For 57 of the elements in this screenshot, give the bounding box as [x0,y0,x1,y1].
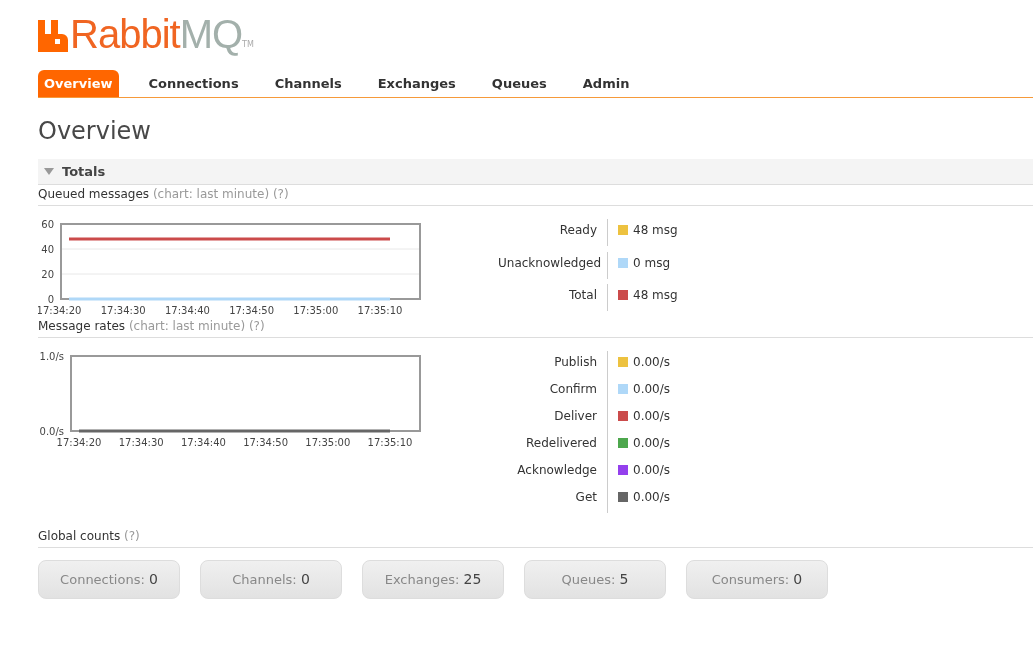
legend-value: 0.00/s [633,354,670,371]
legend-value: 0 msg [633,254,670,272]
section-title: Message rates [38,319,126,333]
axis-tick-label: 17:34:50 [243,437,289,448]
chart-note: (chart: last minute) [152,187,270,201]
legend-label: Acknowledge [517,463,597,477]
logo-icon [38,20,68,52]
axis-tick-label: 0 [47,294,54,305]
axis-tick-label: 17:34:20 [38,305,82,316]
nav-tab[interactable]: Channels [274,70,342,97]
legend-label: Get [575,490,597,504]
axis-tick-label: 17:34:30 [100,305,146,316]
legend-value: 0.00/s [633,381,670,398]
axis-tick-label: 0.0/s [39,426,64,437]
axis-tick-label: 60 [41,219,54,230]
axis-tick-label: 20 [41,269,54,280]
logo-text: Rabbit [70,16,180,52]
legend-label: Redelivered [526,436,597,450]
section-title: Global counts [38,529,121,543]
legend-label: Confirm [549,382,597,396]
axis-tick-label: 17:35:10 [367,437,413,448]
nav-tab[interactable]: Admin [582,70,630,97]
nav-tab[interactable]: Connections [148,70,239,97]
axis-tick-label: 17:35:00 [293,305,339,316]
axis-tick-label: 17:34:40 [180,437,226,448]
legend-label: Ready [559,223,597,237]
legend-value: 0.00/s [633,489,670,506]
legend-label: Publish [554,355,597,369]
legend-label: Unacknowledged [498,255,601,270]
section-header[interactable]: Totals [38,159,1033,185]
nav-tab[interactable]: Exchanges [377,70,456,97]
legend-value: 48 msg [633,222,678,239]
axis-tick-label: 40 [41,244,54,255]
legend-label: Deliver [554,409,597,423]
nav-tab[interactable]: Queues [491,70,547,97]
axis-tick-label: 17:34:30 [118,437,164,448]
axis-tick-label: 17:34:20 [56,437,102,448]
section-title: Queued messages [38,187,150,201]
page-title: Overview [38,116,152,146]
axis-tick-label: 1.0/s [39,351,64,362]
count-button[interactable]: Connections: 0 [38,560,180,599]
legend-value: 0.00/s [633,435,670,452]
count-button[interactable]: Queues: 5 [524,560,666,599]
legend-value: 0.00/s [633,462,670,479]
legend-value: 48 msg [633,287,678,305]
axis-tick-label: 17:34:50 [229,305,275,316]
legend-value: 0.00/s [633,408,670,425]
chart-note: (chart: last minute) [128,319,246,333]
axis-tick-label: 17:35:10 [357,305,403,316]
count-button[interactable]: Channels: 0 [200,560,342,599]
count-button[interactable]: Exchanges: 25 [362,560,504,599]
section-title: Totals [62,162,106,181]
legend-label: Total [568,288,597,303]
axis-tick-label: 17:34:40 [164,305,210,316]
trademark-mark: TM [242,40,254,49]
axis-tick-label: 17:35:00 [305,437,351,448]
count-button[interactable]: Consumers: 0 [686,560,828,599]
